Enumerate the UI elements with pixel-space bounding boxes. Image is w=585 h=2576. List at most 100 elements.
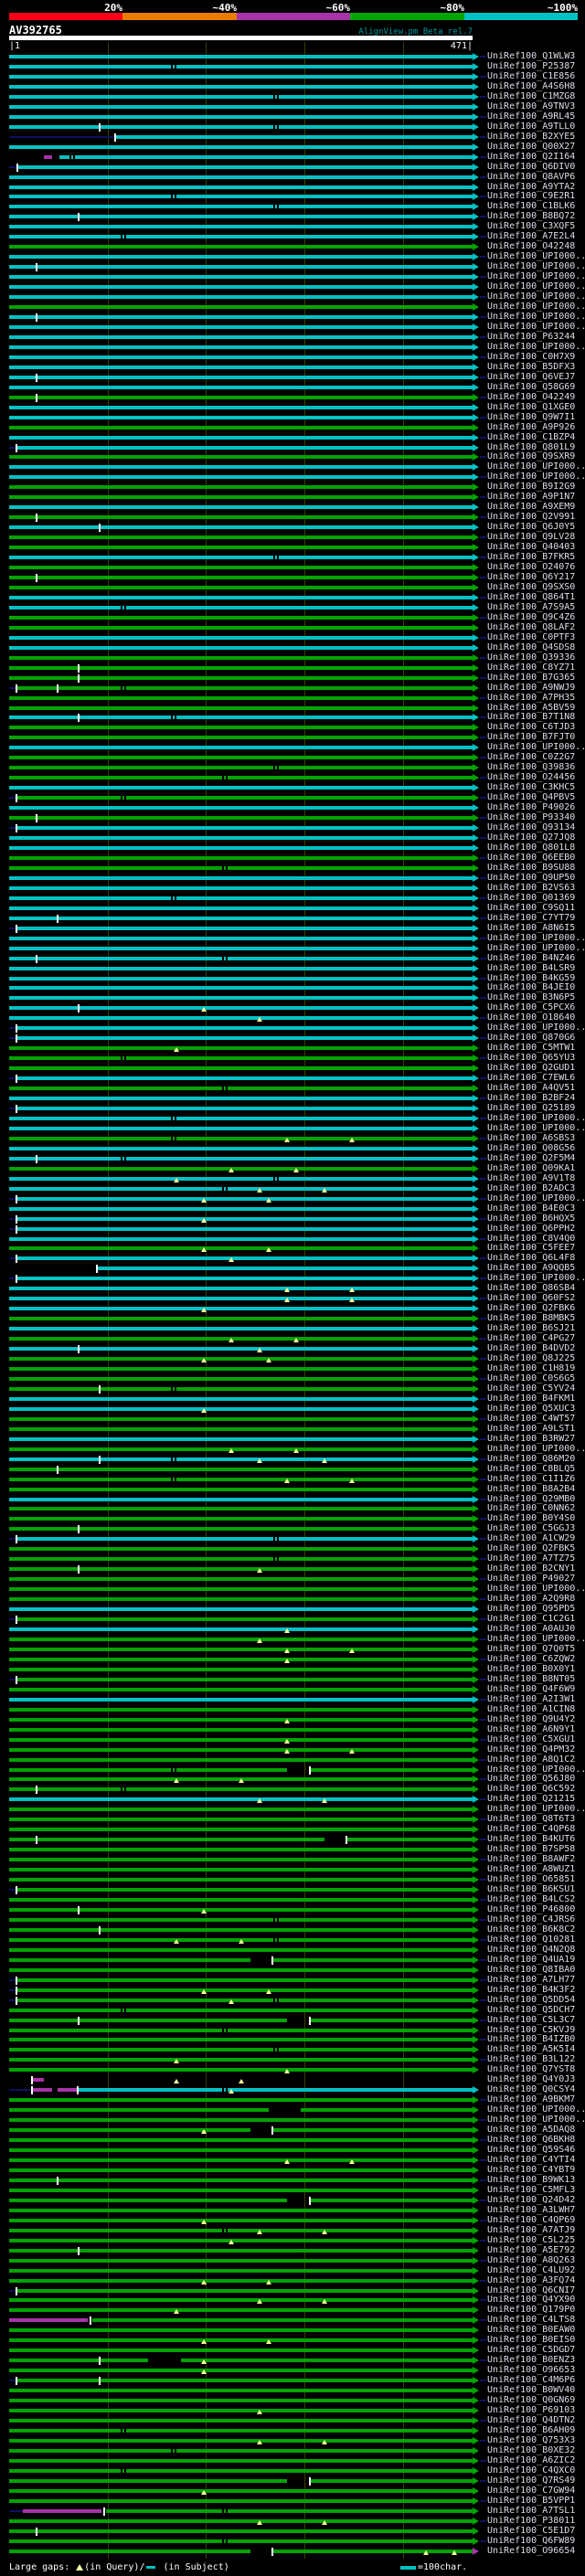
subject-label[interactable]: UniRef100_C4YTI4 [487,2155,585,2165]
subject-label[interactable]: UniRef100_UPI000.. [487,472,585,482]
alignment-bar[interactable] [9,1828,473,1831]
subject-label[interactable]: UniRef100_Q39836 [487,762,585,772]
subject-label[interactable]: UniRef100_B4FKM1 [487,1394,585,1404]
subject-label[interactable]: UniRef100_C4LU92 [487,2265,585,2275]
alignment-bar[interactable] [9,2068,473,2072]
alignment-bar[interactable] [9,1797,473,1801]
alignment-bar[interactable] [9,886,473,890]
alignment-bar[interactable] [9,355,473,359]
subject-label[interactable]: UniRef100_Q2I164 [487,152,585,162]
subject-label[interactable]: UniRef100_B2ADC3 [487,1183,585,1193]
alignment-bar[interactable] [9,1597,473,1601]
alignment-bar[interactable] [9,1668,473,1671]
alignment-bar[interactable] [9,2168,473,2172]
subject-label[interactable]: UniRef100_B9I2G9 [487,482,585,492]
subject-label[interactable]: UniRef100_A4S6H8 [487,81,585,91]
alignment-bar[interactable] [9,1728,473,1732]
alignment-bar[interactable] [347,1838,473,1841]
alignment-bar[interactable] [9,1427,473,1431]
alignment-bar[interactable] [9,706,473,710]
subject-label[interactable]: UniRef100_A9V1T8 [487,1173,585,1183]
subject-label[interactable]: UniRef100_A2Q9R8 [487,1594,585,1604]
subject-label[interactable]: UniRef100_A9P926 [487,422,585,432]
alignment-bar[interactable] [9,947,473,950]
subject-label[interactable]: UniRef100_C9E2R1 [487,191,585,201]
alignment-bar[interactable] [9,1458,473,1461]
subject-label[interactable]: UniRef100_B0Y4S0 [487,1513,585,1523]
alignment-bar[interactable] [9,1337,473,1341]
subject-label[interactable]: UniRef100_B4DVD2 [487,1343,585,1353]
alignment-bar[interactable] [16,1076,473,1080]
alignment-bar[interactable] [9,2419,473,2422]
alignment-bar[interactable] [9,1708,473,1712]
alignment-bar[interactable] [9,566,473,569]
subject-label[interactable]: UniRef100_Q00X27 [487,142,585,152]
subject-label[interactable]: UniRef100_B4JEI0 [487,982,585,992]
subject-label[interactable]: UniRef100_Q10281 [487,1935,585,1945]
subject-label[interactable]: UniRef100_A9XEM9 [487,502,585,512]
subject-label[interactable]: UniRef100_B4IZB0 [487,2034,585,2044]
subject-label[interactable]: UniRef100_Q27JQ8 [487,832,585,843]
alignment-bar[interactable] [9,2429,473,2433]
alignment-bar[interactable] [16,1978,473,1982]
subject-label[interactable]: UniRef100_P93340 [487,812,585,822]
subject-label[interactable]: UniRef100_Q5XUC3 [487,1404,585,1414]
subject-label[interactable]: UniRef100_Q2FBK6 [487,1303,585,1313]
subject-label[interactable]: UniRef100_UPI000.. [487,251,585,261]
alignment-bar[interactable] [9,1738,473,1742]
subject-label[interactable]: UniRef100_Q08G56 [487,1143,585,1153]
alignment-bar[interactable] [9,1858,473,1861]
subject-label[interactable]: UniRef100_Q8LAF2 [487,622,585,632]
subject-label[interactable]: UniRef100_Q59S46 [487,2145,585,2155]
subject-label[interactable]: UniRef100_Q753X3 [487,2435,585,2445]
alignment-bar[interactable] [9,2489,473,2493]
alignment-bar[interactable] [9,2009,473,2012]
alignment-bar[interactable] [92,2318,473,2322]
subject-label[interactable]: UniRef100_Q7RS49 [487,2475,585,2486]
subject-label[interactable]: UniRef100_B7G365 [487,673,585,683]
alignment-bar[interactable] [9,957,473,960]
subject-label[interactable]: UniRef100_B4KUT6 [487,1834,585,1844]
alignment-bar[interactable] [9,495,473,499]
alignment-bar[interactable] [9,2469,473,2473]
subject-label[interactable]: UniRef100_UPI000.. [487,943,585,953]
alignment-bar[interactable] [9,1357,473,1361]
subject-label[interactable]: UniRef100_C4QP68 [487,1824,585,1834]
subject-label[interactable]: UniRef100_C5GGJ3 [487,1523,585,1533]
alignment-bar[interactable] [9,515,473,519]
alignment-bar[interactable] [9,1868,473,1871]
alignment-bar[interactable] [9,1447,473,1451]
subject-label[interactable]: UniRef100_Q2F5M4 [487,1153,585,1163]
subject-label[interactable]: UniRef100_B5DFX3 [487,362,585,372]
subject-label[interactable]: UniRef100_Q40403 [487,542,585,552]
alignment-bar[interactable] [9,465,473,469]
alignment-bar[interactable] [9,1607,473,1611]
subject-label[interactable]: UniRef100_B4LSR9 [487,963,585,973]
alignment-bar[interactable] [9,1557,473,1561]
alignment-bar[interactable] [9,1627,473,1631]
subject-label[interactable]: UniRef100_C3KHC5 [487,782,585,792]
subject-label[interactable]: UniRef100_B7FKR5 [487,552,585,562]
alignment-bar[interactable] [9,2359,149,2362]
subject-label[interactable]: UniRef100_Q8AVP6 [487,172,585,182]
subject-label[interactable]: UniRef100_Q4Y0J3 [487,2074,585,2084]
alignment-bar[interactable] [272,2128,473,2132]
subject-label[interactable]: UniRef100_A7PH35 [487,693,585,703]
subject-label[interactable]: UniRef100_B8BQ72 [487,211,585,221]
alignment-bar[interactable] [9,2158,473,2162]
alignment-bar[interactable] [9,376,473,379]
alignment-bar[interactable] [9,556,473,559]
subject-label[interactable]: UniRef100_A3LWH7 [487,2205,585,2215]
subject-label[interactable]: UniRef100_Q6BKH8 [487,2135,585,2145]
subject-label[interactable]: UniRef100_Q5DD54 [487,1995,585,2005]
alignment-bar[interactable] [9,2048,473,2051]
alignment-bar[interactable] [9,1167,473,1171]
alignment-bar[interactable] [272,1958,473,1962]
subject-label[interactable]: UniRef100_Q6Y217 [487,572,585,582]
alignment-bar[interactable] [9,636,473,640]
alignment-bar[interactable] [16,1217,473,1221]
subject-label[interactable]: UniRef100_C5L3C7 [487,2015,585,2025]
alignment-bar[interactable] [9,1327,473,1330]
alignment-bar[interactable] [9,255,473,259]
alignment-bar[interactable] [9,2439,473,2443]
